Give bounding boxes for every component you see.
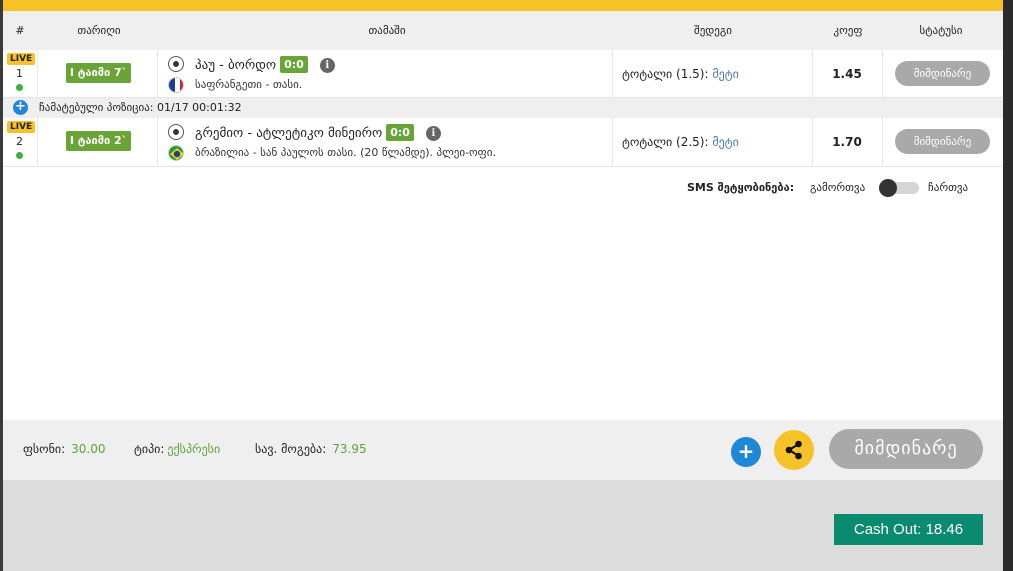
column-divider <box>37 118 38 166</box>
bet-summary-bar: ფსონი: 30.00 ტიპი: ექსპრესი სავ. მოგება: 73… <box>3 420 1003 480</box>
bet-market: ტოტალი (2.5): <box>622 135 709 149</box>
column-divider <box>882 118 883 166</box>
live-badge: LIVE <box>7 121 36 133</box>
match-name[interactable]: გრემიო - ატლეტიკო მინეირო 0:0 i <box>195 124 441 141</box>
brazil-flag-icon <box>168 145 184 161</box>
column-divider <box>812 50 813 98</box>
bet-details-modal: # თარიღი თამაში შედეგი კოეფ სტატუსი LIVE… <box>3 0 1003 571</box>
match-score: 0:0 <box>280 56 308 73</box>
column-divider <box>157 50 158 98</box>
sms-toggle[interactable] <box>879 179 919 197</box>
win-label: სავ. მოგება: <box>255 442 327 456</box>
type-info: ტიპი: ექსპრესი <box>134 442 220 456</box>
bet-pick: მეტი <box>712 67 739 81</box>
expand-plus-icon[interactable]: + <box>13 100 28 115</box>
live-badge: LIVE <box>7 53 36 65</box>
toggle-knob <box>879 179 897 197</box>
match-teams: პაუ - ბორდო <box>195 58 277 73</box>
header-status: სტატუსი <box>919 24 963 37</box>
position-added-label: ჩამატებული პოზიცია: 01/17 00:01:32 <box>39 101 242 114</box>
type-value: ექსპრესი <box>167 442 221 456</box>
header-odds: კოეფ <box>833 24 863 37</box>
column-divider <box>37 50 38 98</box>
header-date: თარიღი <box>77 24 121 37</box>
header-result: შედეგი <box>694 24 732 37</box>
stake-info: ფსონი: 30.00 <box>23 442 106 456</box>
soccer-ball-icon <box>168 56 184 72</box>
position-info-row: + ჩამატებული პოზიცია: 01/17 00:01:32 <box>3 98 1003 118</box>
match-name[interactable]: პაუ - ბორდო 0:0 i <box>195 56 335 73</box>
bet-selection: ტოტალი (1.5): მეტი <box>622 67 739 81</box>
match-time-badge: I ტაიმი 7` <box>66 63 131 83</box>
league-name: ბრაზილია - სან პაულოს თასი. (20 წლამდე).… <box>195 146 496 159</box>
match-score: 0:0 <box>386 124 414 141</box>
sms-label: SMS შეტყობინება: <box>687 181 795 194</box>
stake-label: ფსონი: <box>23 442 66 456</box>
modal-top-bar <box>3 0 1003 11</box>
add-plus-button[interactable]: + <box>731 437 761 467</box>
info-icon[interactable]: i <box>425 126 441 141</box>
column-divider <box>812 118 813 166</box>
bet-row: LIVE 2 I ტაიმი 2` გრემიო - ატლეტიკო მინე… <box>3 118 1003 167</box>
table-header: # თარიღი თამაში შედეგი კოეფ სტატუსი <box>3 11 1003 50</box>
bet-odds: 1.45 <box>832 67 862 81</box>
stake-value: 30.00 <box>71 442 106 456</box>
column-divider <box>882 50 883 98</box>
bet-odds: 1.70 <box>832 135 862 149</box>
status-button[interactable]: მიმდინარე <box>895 129 990 154</box>
column-divider <box>612 118 613 166</box>
win-value: 73.95 <box>332 442 367 456</box>
bet-market: ტოტალი (1.5): <box>622 67 709 81</box>
match-time-badge: I ტაიმი 2` <box>66 131 131 151</box>
overall-status-button[interactable]: მიმდინარე <box>829 429 983 469</box>
row-number: 2 <box>16 135 23 148</box>
row-number: 1 <box>16 67 23 80</box>
share-button[interactable] <box>774 430 814 470</box>
league-name: საფრანგეთი - თასი. <box>195 78 303 91</box>
bet-row: LIVE 1 I ტაიმი 7` პაუ - ბორდო 0:0 i საფრან… <box>3 50 1003 98</box>
header-num: # <box>15 24 25 37</box>
sms-off-label: გამორთვა <box>810 181 866 194</box>
column-divider <box>612 50 613 98</box>
share-icon <box>785 440 802 460</box>
cash-out-button[interactable]: Cash Out: 18.46 <box>834 514 983 545</box>
win-info: სავ. მოგება: 73.95 <box>255 442 367 456</box>
info-icon[interactable]: i <box>319 58 335 73</box>
header-match: თამაში <box>368 24 406 37</box>
bet-selection: ტოტალი (2.5): მეტი <box>622 135 739 149</box>
status-button[interactable]: მიმდინარე <box>895 61 990 86</box>
bet-pick: მეტი <box>712 135 739 149</box>
cashout-area: Cash Out: 18.46 <box>3 480 1003 571</box>
soccer-ball-icon <box>168 124 184 140</box>
france-flag-icon <box>168 77 184 93</box>
live-status-dot <box>16 152 23 159</box>
type-label: ტიპი: <box>134 442 165 456</box>
live-status-dot <box>16 84 23 91</box>
match-teams: გრემიო - ატლეტიკო მინეირო <box>195 126 383 141</box>
background-strip <box>1002 0 1013 571</box>
sms-on-label: ჩართვა <box>928 181 969 194</box>
column-divider <box>157 118 158 166</box>
